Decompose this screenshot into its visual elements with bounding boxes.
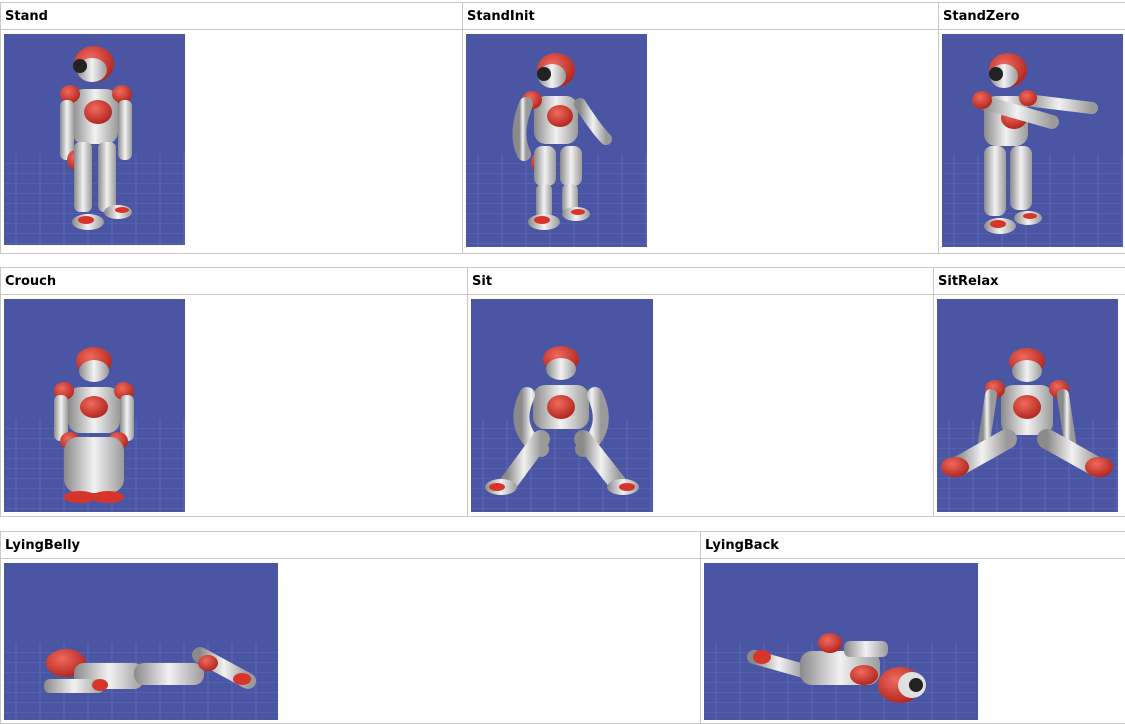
- pose-table-row-3: LyingBelly LyingBack: [0, 531, 1125, 724]
- sit-pose-image: [471, 299, 653, 512]
- lyingbelly-pose-image: [4, 563, 278, 720]
- standzero-pose-image: [942, 34, 1123, 247]
- pose-label: StandZero: [939, 3, 1125, 30]
- pose-table-row-2: Crouch Sit SitRelax: [0, 267, 1125, 517]
- pose-label: Sit: [468, 268, 934, 295]
- pose-table-row-1: Stand StandInit StandZero: [0, 2, 1125, 254]
- stand-pose-image: [4, 34, 185, 245]
- pose-label: StandInit: [463, 3, 939, 30]
- pose-label: SitRelax: [934, 268, 1125, 295]
- pose-label: LyingBack: [701, 532, 1125, 559]
- pose-label: Crouch: [1, 268, 468, 295]
- crouch-pose-image: [4, 299, 185, 512]
- standinit-pose-image: [466, 34, 647, 247]
- pose-label: LyingBelly: [1, 532, 701, 559]
- pose-label: Stand: [1, 3, 463, 30]
- sitrelax-pose-image: [937, 299, 1118, 512]
- lyingback-pose-image: [704, 563, 978, 720]
